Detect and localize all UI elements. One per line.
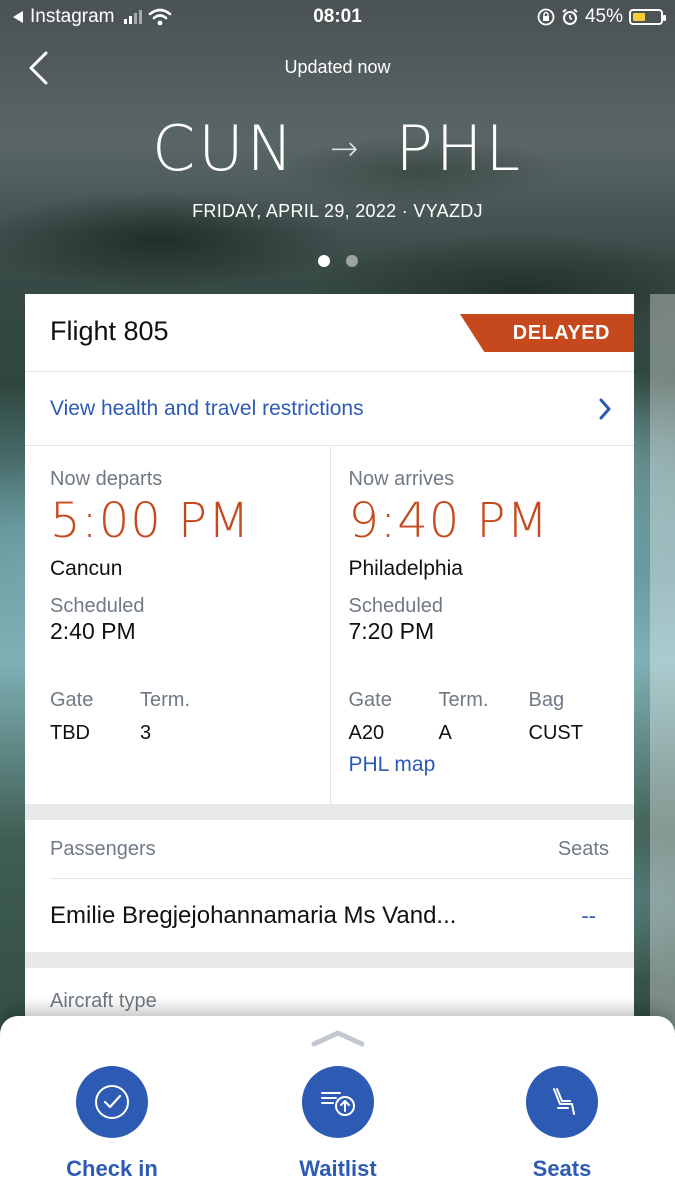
alarm-icon xyxy=(562,8,578,25)
check-in-label: Check in xyxy=(66,1156,158,1181)
next-card-peek[interactable] xyxy=(650,294,675,1054)
flight-number: Flight 805 xyxy=(50,316,169,346)
seats-button[interactable]: Seats xyxy=(482,1066,642,1182)
departure-gate-label: Gate xyxy=(50,689,94,711)
departure-terminal: 3 xyxy=(140,722,152,744)
status-right: 45% xyxy=(537,6,666,28)
bottom-action-sheet: Check in Waitlist Seats xyxy=(0,1016,675,1200)
route-title: CUN → PHL xyxy=(0,112,675,185)
waitlist-circle xyxy=(302,1066,374,1138)
page-dot-2[interactable] xyxy=(345,255,358,267)
passenger-name: Emilie Bregjejohannamaria Ms Vand... xyxy=(50,901,457,929)
status-badge: DELAYED xyxy=(460,314,634,352)
departure-gate: TBD xyxy=(50,722,90,744)
seats-label: Seats xyxy=(557,837,609,860)
section-divider xyxy=(25,952,634,968)
seats-circle xyxy=(526,1066,598,1138)
flight-card: Flight 805 DELAYED View health and trave… xyxy=(25,294,634,1054)
arrival-scheduled-label: Scheduled xyxy=(348,595,444,617)
waitlist-button[interactable]: Waitlist xyxy=(258,1066,418,1182)
passenger-row[interactable]: Emilie Bregjejohannamaria Ms Vand... -- xyxy=(50,878,634,952)
flight-card-header: Flight 805 DELAYED xyxy=(25,294,634,372)
departure-column: Now departs 5:00 PM Cancun Scheduled 2:4… xyxy=(25,446,330,804)
arrival-terminal-label: Term. xyxy=(438,689,489,711)
destination-code: PHL xyxy=(395,112,524,185)
waitlist-icon xyxy=(321,1092,355,1116)
passengers-label: Passengers xyxy=(50,837,156,860)
travel-restrictions-link[interactable]: View health and travel restrictions xyxy=(25,372,634,446)
sheet-handle-icon[interactable] xyxy=(311,1028,365,1048)
waitlist-label: Waitlist xyxy=(299,1156,377,1181)
check-in-circle xyxy=(76,1066,148,1138)
passengers-header: Passengers Seats xyxy=(25,820,634,878)
departure-scheduled-time: 2:40 PM xyxy=(50,618,136,644)
flight-times: Now departs 5:00 PM Cancun Scheduled 2:4… xyxy=(25,446,634,804)
updated-label: Updated now xyxy=(284,57,391,77)
airport-map-link[interactable]: PHL map xyxy=(349,753,635,777)
arrival-terminal: A xyxy=(438,722,452,744)
departs-label: Now departs xyxy=(50,468,163,490)
aircraft-type-label: Aircraft type xyxy=(50,990,157,1012)
page-dot-1[interactable] xyxy=(317,255,330,267)
checkmark-icon xyxy=(95,1085,129,1119)
lock-rotation-icon xyxy=(537,8,555,26)
check-in-button[interactable]: Check in xyxy=(32,1066,192,1182)
departure-time: 5:00 PM xyxy=(50,493,251,549)
battery-percent: 45% xyxy=(584,6,623,27)
status-bar: Instagram 08:01 45% xyxy=(0,0,675,36)
passenger-seat[interactable]: -- xyxy=(581,903,596,929)
travel-restrictions-label: View health and travel restrictions xyxy=(50,396,364,420)
departure-city: Cancun xyxy=(50,557,123,580)
departure-scheduled-label: Scheduled xyxy=(50,595,145,617)
arrival-time: 9:40 PM xyxy=(348,493,549,549)
departure-gate-info: Gate TBD Term. 3 xyxy=(50,689,330,745)
arrives-label: Now arrives xyxy=(348,468,455,490)
arrival-gate: A20 xyxy=(348,722,385,744)
origin-code: CUN xyxy=(151,112,296,185)
arrival-city: Philadelphia xyxy=(348,557,463,580)
arrival-column: Now arrives 9:40 PM Philadelphia Schedul… xyxy=(329,446,635,804)
departure-terminal-label: Term. xyxy=(140,689,190,711)
seats-label-action: Seats xyxy=(532,1156,592,1181)
arrival-gate-info: Gate A20 Term. A Bag CUST xyxy=(349,689,635,745)
page-indicator[interactable] xyxy=(0,255,675,267)
arrival-gate-label: Gate xyxy=(348,689,392,711)
section-divider xyxy=(25,804,634,820)
chevron-right-icon xyxy=(599,398,611,420)
seat-icon xyxy=(553,1088,575,1115)
baggage-claim: CUST xyxy=(528,722,583,744)
route-arrow-icon: → xyxy=(330,128,362,169)
baggage-label: Bag xyxy=(528,689,565,711)
trip-date-confirmation: FRIDAY, APRIL 29, 2022 · VYAZDJ xyxy=(192,201,483,221)
battery-icon xyxy=(629,9,666,25)
arrival-scheduled-time: 7:20 PM xyxy=(348,618,435,644)
